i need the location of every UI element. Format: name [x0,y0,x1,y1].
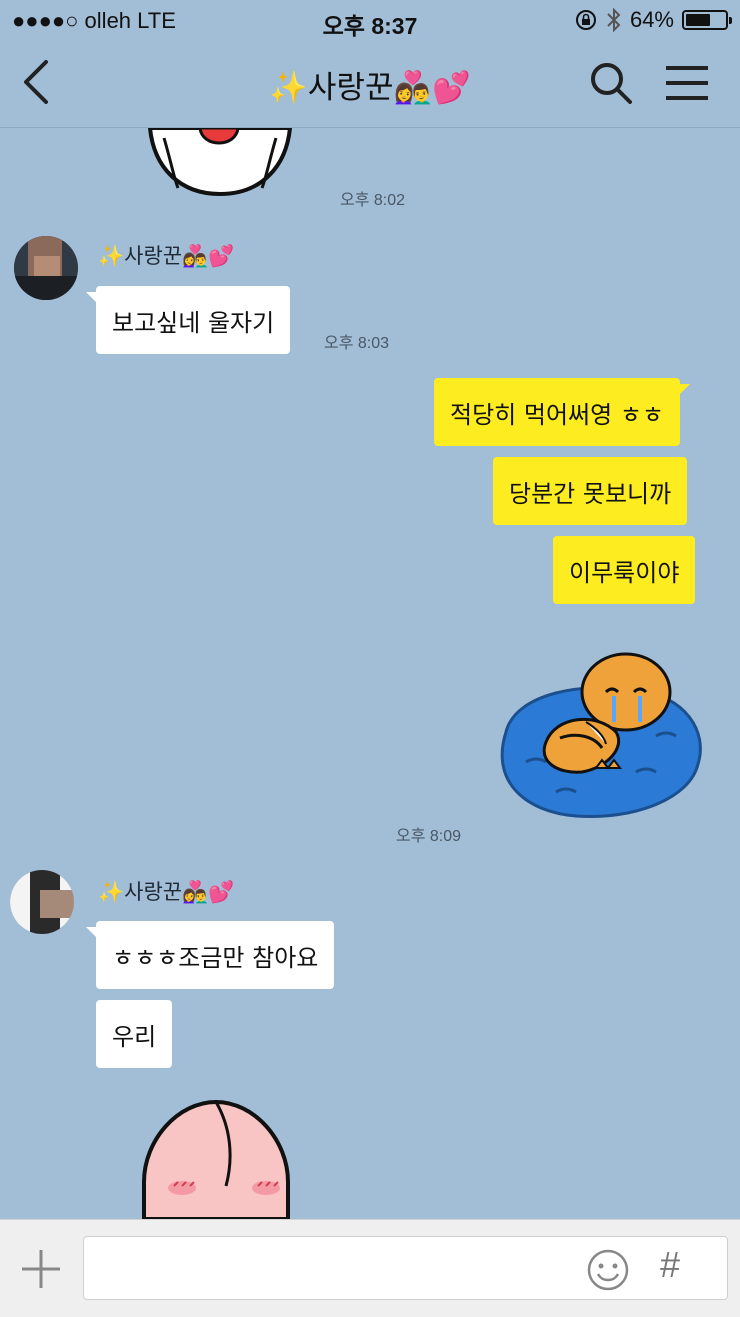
battery-icon [682,10,732,30]
avatar[interactable] [14,236,78,300]
message-text: 보고싶네 울자기 [112,308,275,337]
plus-icon [22,1250,60,1288]
input-bar: # [0,1219,740,1317]
message-text: ㅎㅎㅎ조금만 참아요 [112,943,319,972]
status-bar: ●●●●○ olleh LTE 오후 8:37 64% [0,0,740,40]
timestamp: 오후 8:02 [340,192,406,209]
smiley-icon [587,1249,629,1291]
bluetooth-icon [607,7,621,33]
message-bubble[interactable]: 이무룩이야 [553,536,696,604]
avatar-image [10,870,74,934]
apeach-sticker[interactable] [138,1096,294,1219]
message-bubble[interactable]: ㅎㅎㅎ조금만 참아요 [85,921,335,989]
status-right: 64% [574,7,732,33]
chat-header: ✨사랑꾼👩‍❤️‍👨💕 [0,40,740,128]
sender-name: ✨사랑꾼👩‍❤️‍👨💕 [98,244,235,268]
menu-button[interactable] [660,60,714,106]
battery-fill [686,14,710,26]
search-button[interactable] [586,58,636,108]
avatar[interactable] [10,870,74,934]
add-attachment-button[interactable] [18,1246,64,1292]
ryan-crying-sticker[interactable] [486,652,708,820]
message-bubble[interactable]: 적당히 먹어써영 ㅎㅎ [434,378,690,446]
message-text: 우리 [112,1022,157,1051]
message-input[interactable] [83,1236,728,1300]
avatar-image [14,236,78,300]
hash-button[interactable]: # [660,1244,680,1286]
timestamp: 오후 8:03 [324,335,390,352]
message-bubble[interactable]: 당분간 못보니까 [493,457,688,525]
apeach-sticker-top[interactable] [140,128,300,196]
timestamp: 오후 8:09 [396,828,462,845]
message-bubble[interactable]: 우리 [96,1000,173,1068]
message-text: 이무룩이야 [569,558,680,587]
search-icon [591,63,632,104]
message-bubble[interactable]: 보고싶네 울자기 [85,286,291,354]
hamburger-menu-icon [666,66,708,100]
rotation-lock-icon [575,10,596,30]
message-text: 당분간 못보니까 [509,479,672,508]
emoticon-button[interactable] [586,1248,630,1292]
battery-percent: 64% [629,7,674,32]
sender-name: ✨사랑꾼👩‍❤️‍👨💕 [98,880,235,904]
message-text: 적당히 먹어써영 ㅎㅎ [450,400,664,429]
